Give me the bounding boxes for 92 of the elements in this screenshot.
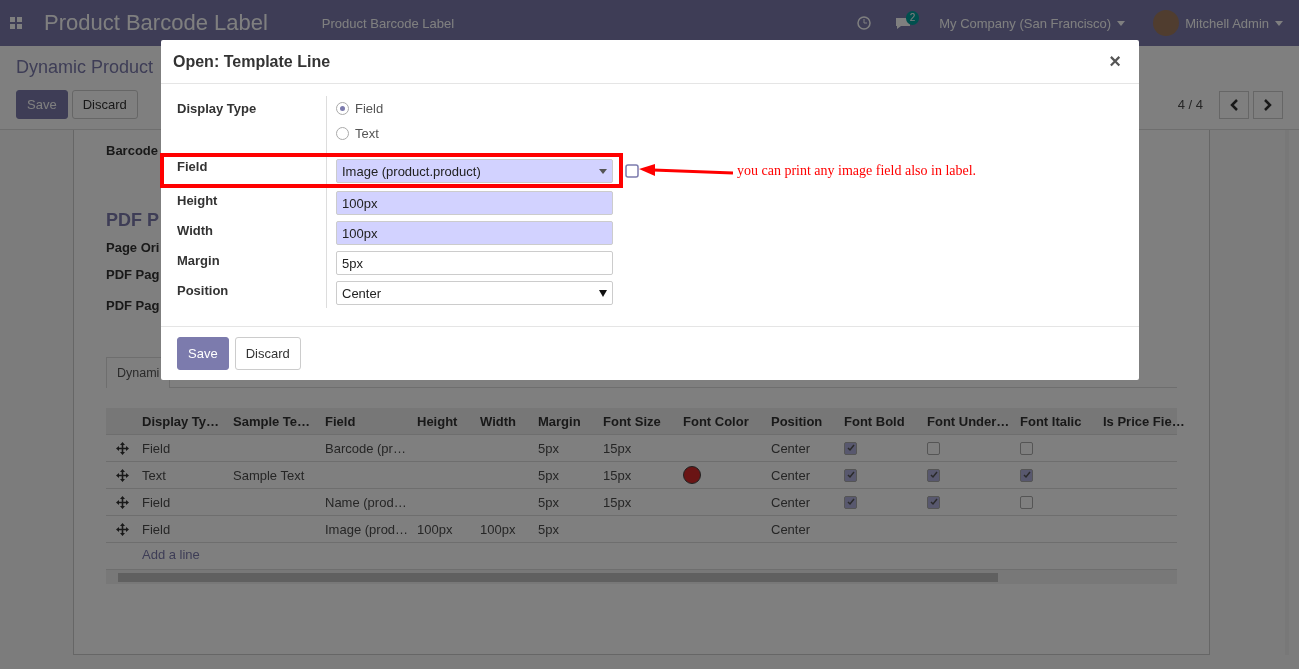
tab[interactable]: Dynami [106,357,171,388]
table-cell: 5px [538,521,559,537]
input-field[interactable]: 5px [336,251,613,275]
table-cell: Center [771,440,811,456]
checkbox[interactable] [927,495,940,509]
drag-handle-icon[interactable] [115,468,129,482]
checkbox[interactable] [1020,495,1033,509]
field-label: Display Type [177,100,257,118]
chevron-right-icon [1264,98,1272,111]
column-header[interactable]: Font Color [679,413,767,429]
column-header[interactable]: Height [413,413,476,429]
table-cell: 15px [603,440,632,456]
close-button[interactable]: × [1103,49,1127,74]
radio-option[interactable]: Text [336,121,1123,146]
field-label: Barcode [106,142,159,160]
table-cell: Text [142,467,166,483]
caret-icon [1275,20,1283,26]
table-cell: 15px [603,467,632,483]
field-label: Width [177,222,213,240]
column-header[interactable]: Field [321,413,413,429]
apps-icon[interactable] [10,17,22,29]
chevron-left-icon [1230,98,1238,111]
dialog-title: Open: Template Line [173,52,331,71]
app-title: Product Barcode Label [44,12,268,34]
user-name[interactable]: Mitchell Admin [1185,15,1269,31]
caret-icon [599,289,607,297]
input-field[interactable]: 100px [336,221,613,245]
external-link-icon[interactable] [625,164,639,178]
table-cell: Center [771,521,811,537]
discard-button[interactable]: Discard [234,337,301,370]
checkbox[interactable] [844,468,857,482]
table-cell: Field [142,440,171,456]
table-cell: Sample Text [233,467,305,483]
radio-option[interactable]: Field [336,96,1123,121]
column-header[interactable]: Font Bold [840,413,923,429]
save-button[interactable]: Save [177,337,229,370]
clock-icon[interactable] [857,16,872,30]
table-cell: Barcode (pr… [325,440,406,456]
table-cell: 100px [417,521,453,537]
checkbox[interactable] [1020,441,1033,455]
field-label: Page Ori [106,239,160,257]
pager: 4 / 4 [1177,97,1203,112]
table-cell: 15px [603,494,632,510]
caret-icon [1117,20,1126,26]
table-cell: Center [771,467,811,483]
checkbox[interactable] [927,468,940,482]
section-title: PDF P [106,210,159,231]
column-header[interactable]: Margin [534,413,599,429]
drag-handle-icon[interactable] [115,441,129,455]
field-label: Position [177,282,229,300]
discard-button[interactable]: Discard [71,90,138,119]
notification-badge: 2 [905,11,920,25]
column-header[interactable]: Width [476,413,534,429]
table-cell: Image (prod… [325,521,409,537]
company-switcher[interactable]: My Company (San Francisco) [939,15,1112,31]
checkbox[interactable] [1020,468,1033,482]
field-label: Height [177,192,218,210]
save-button[interactable]: Save [16,90,68,119]
table-cell: 5px [538,440,559,456]
table-cell: Field [142,494,171,510]
checkbox[interactable] [927,441,940,455]
horizontal-scrollbar[interactable] [106,570,1177,584]
previous-button[interactable] [1219,90,1249,119]
field-label: Field [177,158,208,176]
field-label: PDF Pag [106,297,160,315]
checkbox[interactable] [844,441,857,455]
table-cell: Field [142,521,171,537]
field-label: PDF Pag [106,266,160,284]
caret-icon [599,168,607,174]
table-cell: Center [771,494,811,510]
drag-handle-icon[interactable] [115,522,129,536]
column-header[interactable]: Display Ty… [138,413,229,429]
field-select[interactable]: Image (product.product) [336,159,613,183]
table-cell: 5px [538,467,559,483]
color-swatch[interactable] [683,466,701,484]
column-header[interactable]: Font Under… [923,413,1016,429]
column-header[interactable]: Is Price Fie… [1099,413,1191,429]
column-header[interactable]: Sample Te… [229,413,321,429]
column-header[interactable]: Position [767,413,840,429]
next-button[interactable] [1253,90,1283,119]
input-field[interactable]: 100px [336,191,613,215]
drag-handle-icon[interactable] [115,495,129,509]
table-cell: 5px [538,494,559,510]
annotation-text: you can print any image field also in label. [737,163,977,179]
field-label: Margin [177,252,220,270]
dropdown[interactable]: Center [336,281,613,305]
table-cell: 100px [480,521,516,537]
table-cell: Name (prod… [325,494,407,510]
column-header[interactable]: Font Italic [1016,413,1099,429]
menu-item[interactable]: Product Barcode Label [321,15,455,31]
column-header[interactable]: Font Size [599,413,679,429]
checkbox[interactable] [844,495,857,509]
